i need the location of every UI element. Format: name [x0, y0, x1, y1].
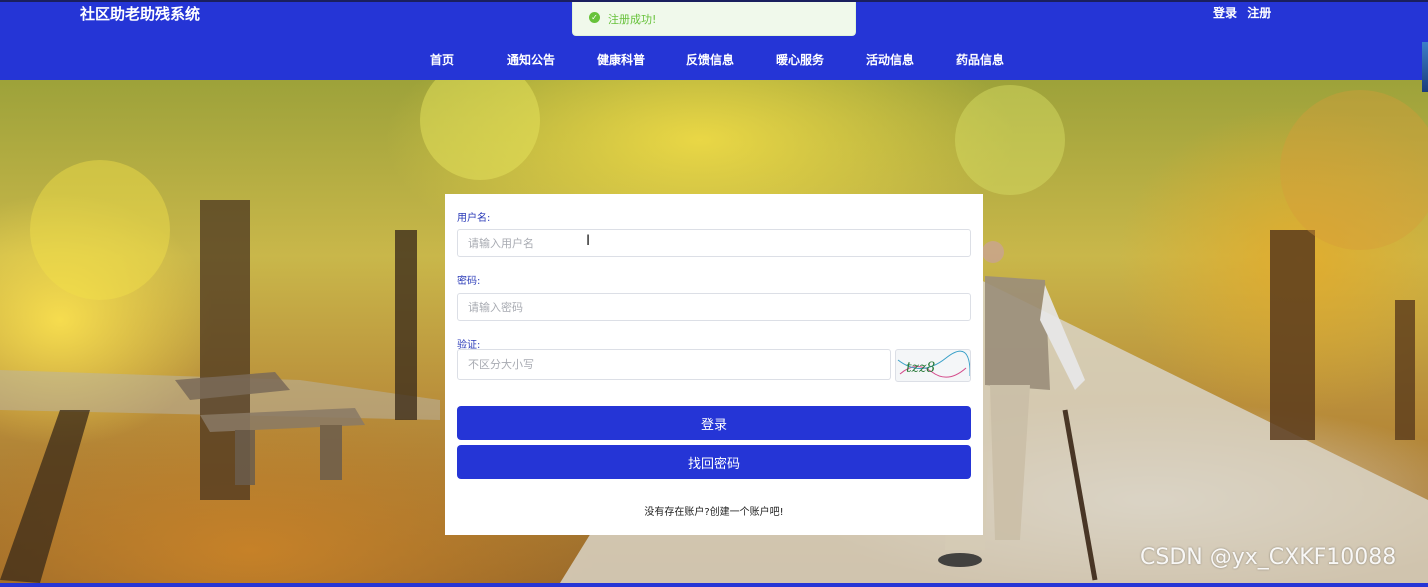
auth-links: 登录 注册 — [1213, 4, 1277, 21]
captcha-text: tzz8 — [906, 360, 935, 376]
watermark-text: CSDN @yx_CXKF10088 — [1140, 545, 1397, 570]
recover-password-button[interactable]: 找回密码 — [457, 445, 971, 479]
captcha-image[interactable]: tzz8 — [895, 349, 971, 382]
nav-item-notices[interactable]: 通知公告 — [507, 51, 555, 68]
nav-item-medicine[interactable]: 药品信息 — [956, 51, 1004, 68]
register-hint-link[interactable]: 没有存在账户?创建一个账户吧! — [445, 503, 983, 518]
register-link[interactable]: 注册 — [1247, 6, 1271, 20]
captcha-graphic: tzz8 — [897, 350, 971, 378]
bottom-bar — [0, 583, 1428, 587]
success-toast: ✓ 注册成功! — [572, 2, 856, 36]
password-label: 密码: — [457, 276, 481, 287]
nav-item-home[interactable]: 首页 — [430, 51, 454, 68]
nav-item-activities[interactable]: 活动信息 — [866, 51, 914, 68]
login-card: 用户名: I 密码: 验证: tzz8 登录 找回密码 没有存在账户?创建一个账… — [445, 194, 983, 535]
nav-item-health[interactable]: 健康科普 — [597, 51, 645, 68]
side-widget[interactable] — [1422, 42, 1428, 92]
toast-message: 注册成功! — [608, 13, 657, 26]
site-title: 社区助老助残系统 — [80, 5, 201, 23]
nav-item-feedback[interactable]: 反馈信息 — [686, 51, 734, 68]
captcha-input[interactable] — [457, 349, 891, 380]
password-input[interactable] — [457, 293, 971, 321]
login-link[interactable]: 登录 — [1213, 6, 1237, 20]
login-button[interactable]: 登录 — [457, 406, 971, 440]
text-cursor-icon: I — [586, 233, 591, 249]
nav-item-care-service[interactable]: 暖心服务 — [776, 51, 824, 68]
main-nav: 首页 通知公告 健康科普 反馈信息 暖心服务 活动信息 药品信息 — [0, 51, 1428, 69]
username-label: 用户名: — [457, 213, 491, 224]
username-input[interactable] — [457, 229, 971, 257]
check-circle-icon: ✓ — [589, 12, 600, 23]
